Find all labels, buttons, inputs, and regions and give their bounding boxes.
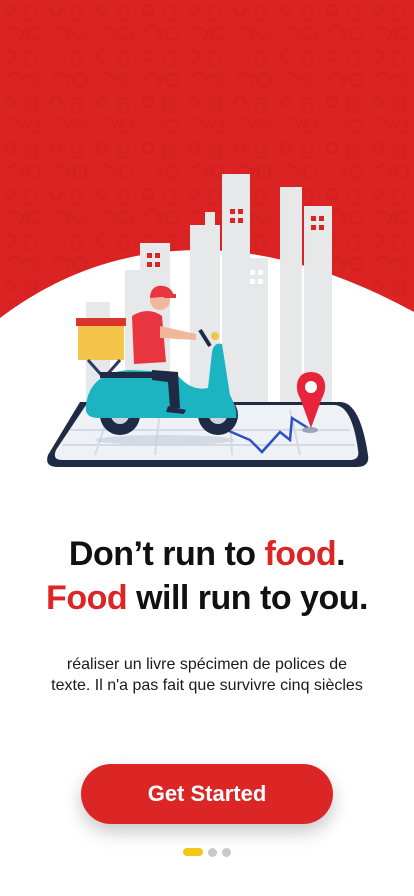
get-started-button[interactable]: Get Started bbox=[81, 764, 333, 824]
headline-accent-food-2: Food bbox=[46, 579, 128, 617]
pagination-dot-1[interactable] bbox=[183, 848, 203, 856]
pagination-dot-3[interactable] bbox=[222, 847, 231, 857]
headline-line-2: Food will run to you. bbox=[46, 579, 368, 617]
subtitle: réaliser un livre spécimen de polices de… bbox=[51, 656, 363, 694]
headline-accent-food: food bbox=[264, 535, 337, 573]
headline-line-1: Don’t run to food. bbox=[68, 535, 346, 573]
hero-illustration bbox=[0, 0, 414, 520]
pagination-dot-2[interactable] bbox=[208, 847, 217, 857]
headline: Don’t run to food. Food will run to you. bbox=[0, 532, 414, 620]
pagination-dots bbox=[0, 847, 414, 857]
delivery-scooter-illustration bbox=[0, 0, 414, 467]
